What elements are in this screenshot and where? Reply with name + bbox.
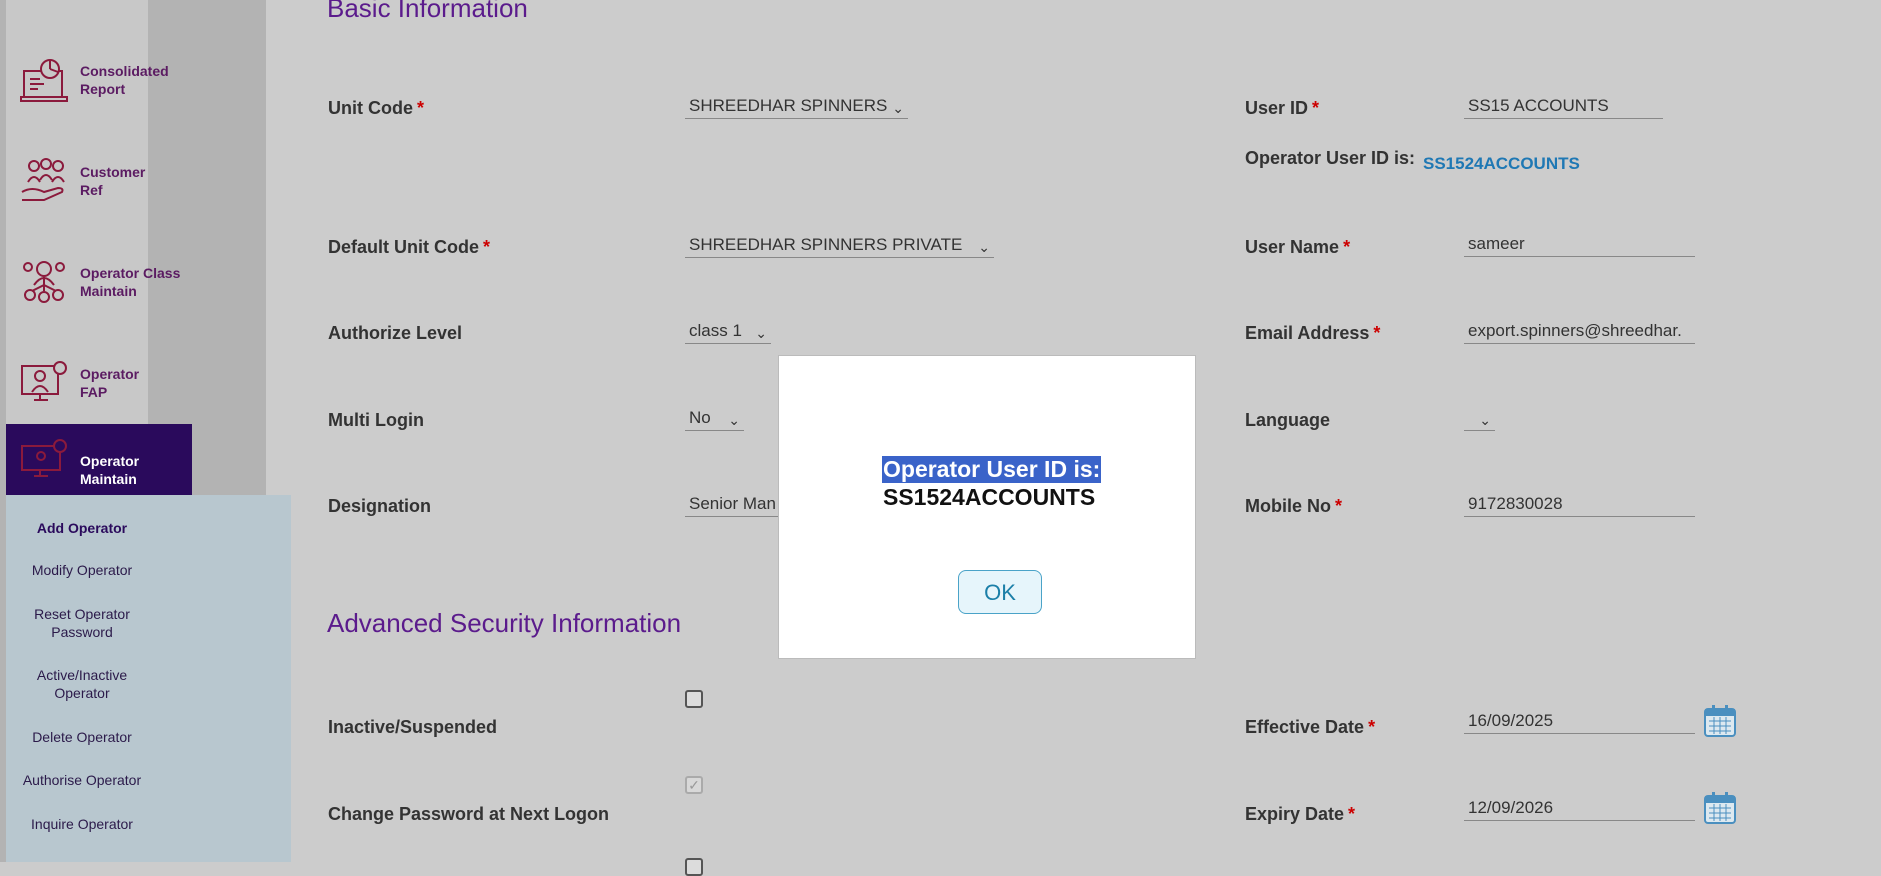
mobile-no-field[interactable]: 9172830028 xyxy=(1464,493,1695,517)
submenu-modify-operator[interactable]: Modify Operator xyxy=(6,561,158,579)
mobile-no-label: Mobile No * xyxy=(1245,496,1343,516)
sidebar-item-label: Customer Ref xyxy=(80,164,146,198)
operator-submenu: Add Operator Modify Operator Reset Opera… xyxy=(6,495,291,862)
multi-login-select[interactable]: No ⌄ xyxy=(685,407,744,431)
submenu-authorise-operator[interactable]: Authorise Operator xyxy=(6,771,158,789)
chevron-down-icon: ⌄ xyxy=(755,325,767,341)
advanced-security-heading: Advanced Security Information xyxy=(327,608,682,638)
sidebar-item-label: Operator Class Maintain xyxy=(80,265,181,299)
customers-icon xyxy=(21,158,65,201)
user-id-label: User ID * xyxy=(1245,98,1320,118)
operator-maintain-icon xyxy=(21,439,67,477)
report-icon xyxy=(20,59,68,102)
change-password-label: Change Password at Next Logon xyxy=(328,804,610,824)
operator-class-icon xyxy=(23,261,65,303)
operator-monitor-icon xyxy=(21,361,67,401)
designation-field[interactable]: Senior Man xyxy=(685,493,779,517)
inactive-suspended-checkbox[interactable] xyxy=(685,690,703,708)
unit-code-label: Unit Code * xyxy=(328,98,425,118)
sidebar-item-label: Consolidated Report xyxy=(80,63,169,97)
user-name-label: User Name * xyxy=(1245,237,1351,257)
chevron-down-icon: ⌄ xyxy=(978,239,990,255)
inactive-suspended-label: Inactive/Suspended xyxy=(328,717,498,737)
expiry-date-label: Expiry Date * xyxy=(1245,804,1356,824)
calendar-icon[interactable] xyxy=(1703,791,1737,825)
dialog-message-value: SS1524ACCOUNTS xyxy=(883,484,1096,510)
partial-checkbox[interactable] xyxy=(685,858,703,876)
user-name-field[interactable]: sameer xyxy=(1464,233,1695,257)
submenu-delete-operator[interactable]: Delete Operator xyxy=(6,728,158,746)
effective-date-label: Effective Date * xyxy=(1245,717,1376,737)
email-address-field[interactable]: export.spinners@shreedhar. xyxy=(1464,320,1695,344)
chevron-down-icon: ⌄ xyxy=(728,412,740,428)
email-address-label: Email Address * xyxy=(1245,323,1381,343)
unit-code-select[interactable]: SHREEDHAR SPINNERS ⌄ xyxy=(685,95,908,119)
authorize-level-select[interactable]: class 1 ⌄ xyxy=(685,320,771,344)
ok-button[interactable]: OK xyxy=(958,570,1042,614)
sidebar-item-operator-class-maintain[interactable]: Operator Class Maintain xyxy=(6,247,192,317)
submenu-add-operator[interactable]: Add Operator xyxy=(6,519,158,537)
change-password-checkbox[interactable]: ✓ xyxy=(685,776,703,794)
submenu-reset-operator-password[interactable]: Reset Operator Password xyxy=(6,605,158,641)
alert-dialog: Operator User ID is: SS1524ACCOUNTS OK xyxy=(779,356,1195,658)
operator-user-id-label: Operator User ID is: xyxy=(1245,148,1416,168)
authorize-level-label: Authorize Level xyxy=(328,323,463,343)
sidebar-item-consolidated-report[interactable]: Consolidated Report xyxy=(6,45,192,115)
sidebar-item-label: Operator Maintain xyxy=(80,453,140,487)
expiry-date-field[interactable]: 12/09/2026 xyxy=(1464,797,1695,821)
language-select[interactable]: ⌄ xyxy=(1464,407,1495,431)
dialog-message-title: Operator User ID is: xyxy=(882,456,1102,483)
operator-user-id-value: SS1524ACCOUNTS xyxy=(1423,154,1580,173)
calendar-icon[interactable] xyxy=(1703,704,1737,738)
language-label: Language xyxy=(1245,410,1331,430)
default-unit-code-select[interactable]: SHREEDHAR SPINNERS PRIVATE ⌄ xyxy=(685,234,994,258)
chevron-down-icon: ⌄ xyxy=(892,100,904,116)
multi-login-label: Multi Login xyxy=(328,410,424,430)
submenu-inquire-operator[interactable]: Inquire Operator xyxy=(6,815,158,833)
user-id-field[interactable]: SS15 ACCOUNTS xyxy=(1464,95,1663,119)
designation-label: Designation xyxy=(328,496,432,516)
default-unit-code-label: Default Unit Code * xyxy=(328,237,491,257)
effective-date-field[interactable]: 16/09/2025 xyxy=(1464,710,1695,734)
sidebar-item-operator-fap[interactable]: Operator FAP xyxy=(6,348,192,418)
chevron-down-icon: ⌄ xyxy=(1479,412,1491,428)
basic-information-heading: Basic Information xyxy=(327,0,528,23)
submenu-active-inactive-operator[interactable]: Active/Inactive Operator xyxy=(6,666,158,702)
sidebar-item-label: Operator FAP xyxy=(80,366,140,400)
sidebar-item-customer-ref[interactable]: Customer Ref xyxy=(6,146,192,216)
sidebar-item-operator-maintain[interactable]: Operator Maintain xyxy=(6,424,192,495)
